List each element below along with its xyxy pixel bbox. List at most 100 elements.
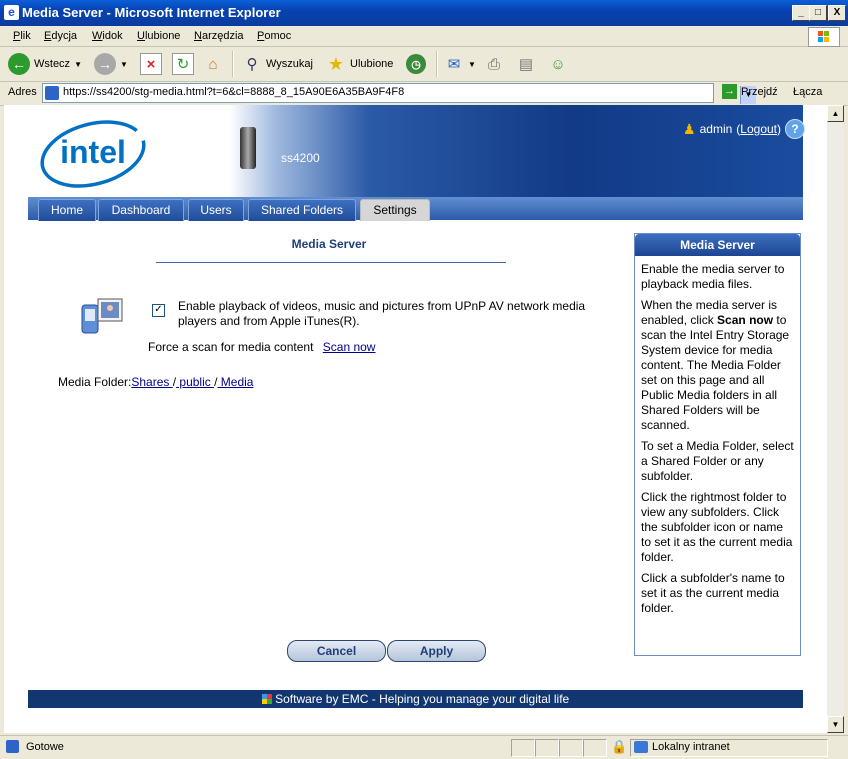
menu-favorites[interactable]: Ulubione — [137, 30, 180, 42]
go-button[interactable]: → Przejdź — [722, 84, 778, 99]
print-icon: ⎙ — [487, 55, 500, 73]
status-cell — [583, 739, 607, 757]
user-area: ♟ admin (Logout) ? — [683, 119, 805, 139]
address-bar: Adres https://ss4200/stg-media.html?t=6&… — [0, 81, 848, 106]
footer-text: Software by EMC - Helping you manage you… — [275, 692, 570, 706]
edit-button[interactable]: ▤ — [516, 52, 536, 76]
forward-arrow-icon: → — [94, 53, 116, 75]
folder-link-shares[interactable]: Shares — [131, 375, 172, 389]
messenger-icon: ☺ — [550, 55, 566, 73]
toolbar-separator — [436, 51, 438, 77]
help-icon[interactable]: ? — [785, 119, 805, 139]
search-label: Wyszukaj — [266, 58, 313, 70]
apply-button[interactable]: Apply — [387, 640, 486, 662]
intel-logo: intel — [40, 120, 146, 188]
tab-settings[interactable]: Settings — [360, 199, 430, 221]
chevron-down-icon: ▼ — [120, 59, 128, 69]
mail-icon: ✉ — [447, 56, 461, 73]
page-icon — [45, 86, 59, 100]
messenger-button[interactable]: ☺ — [548, 52, 568, 76]
username: admin — [699, 122, 733, 136]
media-folder-row: Media Folder:Shares / public / Media — [58, 375, 253, 389]
home-button[interactable]: ⌂ — [203, 52, 223, 76]
menu-view[interactable]: Widok — [92, 30, 123, 42]
address-label: Adres — [8, 86, 37, 98]
history-button[interactable]: ◷ — [406, 52, 426, 76]
page-status-icon — [6, 740, 19, 753]
intranet-icon — [634, 741, 648, 753]
sidebar-paragraph: Click a subfolder's name to set it as th… — [641, 571, 785, 615]
toolbar: ← Wstecz ▼ → ▼ × ↻ ⌂ ⚲ Wyszukaj ★ Ulubio… — [0, 47, 848, 82]
star-icon: ★ — [327, 53, 345, 74]
refresh-button[interactable]: ↻ — [172, 52, 194, 76]
address-url: https://ss4200/stg-media.html?t=6&cl=888… — [63, 86, 405, 98]
sidebar-bold-text: Scan now — [717, 313, 774, 327]
tab-shared-folders[interactable]: Shared Folders — [248, 199, 356, 221]
favorites-button[interactable]: ★ Ulubione — [326, 52, 394, 76]
status-text: Gotowe — [26, 741, 64, 753]
status-cell — [511, 739, 535, 757]
tab-dashboard[interactable]: Dashboard — [98, 199, 184, 221]
page-viewport: intel ss4200 ♟ admin (Logout) ? Home Das… — [4, 105, 827, 733]
windows-flag-icon — [808, 27, 840, 47]
folder-link-media[interactable]: Media — [217, 375, 254, 389]
sidebar-body: Enable the media server to playback medi… — [641, 262, 796, 622]
search-button[interactable]: ⚲ Wyszukaj — [242, 52, 313, 76]
status-cell — [535, 739, 559, 757]
status-bar: Gotowe 🔒 Lokalny intranet — [0, 735, 848, 759]
enable-media-server-checkbox[interactable]: ✓ — [152, 304, 165, 317]
status-cell — [559, 739, 583, 757]
minimize-button[interactable]: _ — [792, 5, 810, 21]
media-player-icon — [81, 298, 123, 334]
address-input[interactable]: https://ss4200/stg-media.html?t=6&cl=888… — [42, 83, 756, 104]
media-folder-label: Media Folder: — [58, 375, 132, 389]
zone-cell: Lokalny intranet — [630, 739, 828, 757]
folder-link-public[interactable]: public — [176, 375, 214, 389]
stop-button[interactable]: × — [140, 52, 162, 76]
chevron-down-icon: ▼ — [74, 59, 82, 69]
sidebar-text: to scan the Intel Entry Storage System d… — [641, 313, 790, 432]
logout-close-paren: ) — [777, 122, 781, 136]
tab-users[interactable]: Users — [188, 199, 244, 221]
help-sidebar: Media Server Enable the media server to … — [634, 233, 801, 656]
ie-icon: e — [4, 5, 19, 20]
scan-row: Force a scan for media content Scan now — [148, 340, 375, 354]
menu-edit[interactable]: Edycja — [44, 30, 77, 42]
sidebar-paragraph: When the media server is enabled, click … — [641, 298, 796, 433]
scan-now-link[interactable]: Scan now — [323, 340, 376, 354]
mail-button[interactable]: ✉ ▼ — [444, 52, 476, 76]
tab-home[interactable]: Home — [38, 199, 96, 221]
close-button[interactable]: X — [828, 5, 846, 21]
stop-icon: × — [140, 53, 162, 75]
back-button[interactable]: ← Wstecz ▼ — [8, 52, 82, 76]
lock-icon: 🔒 — [611, 739, 628, 754]
logout-link[interactable]: Logout — [740, 122, 777, 136]
maximize-button[interactable]: □ — [809, 5, 827, 21]
links-button[interactable]: Łącza — [793, 86, 822, 98]
device-name: ss4200 — [281, 151, 320, 165]
go-arrow-icon: → — [722, 84, 737, 99]
menu-help[interactable]: Pomoc — [257, 30, 291, 42]
menu-file[interactable]: Plik — [13, 30, 31, 42]
scroll-up-button[interactable]: ▲ — [827, 105, 844, 122]
vertical-scrollbar[interactable]: ▲ ▼ — [827, 105, 844, 733]
title-divider — [156, 262, 506, 263]
window-title: Media Server - Microsoft Internet Explor… — [22, 5, 281, 20]
sidebar-title: Media Server — [635, 234, 800, 256]
header-banner: intel ss4200 ♟ admin (Logout) ? — [28, 105, 805, 197]
edit-icon: ▤ — [518, 56, 534, 73]
cancel-button[interactable]: Cancel — [287, 640, 386, 662]
print-button[interactable]: ⎙ — [484, 52, 504, 76]
refresh-icon: ↻ — [172, 53, 194, 75]
scroll-down-button[interactable]: ▼ — [827, 716, 844, 733]
emc-logo-icon — [261, 694, 272, 704]
chevron-down-icon: ▼ — [468, 59, 476, 69]
sidebar-paragraph: To set a Media Folder, select a Shared F… — [641, 439, 794, 483]
history-icon: ◷ — [406, 54, 426, 74]
window-title-bar[interactable]: e Media Server - Microsoft Internet Expl… — [0, 0, 848, 26]
favorites-label: Ulubione — [350, 58, 394, 70]
user-icon: ♟ — [683, 120, 696, 137]
forward-button[interactable]: → ▼ — [94, 52, 128, 76]
menu-tools[interactable]: Narzędzia — [194, 30, 244, 42]
sidebar-paragraph: Enable the media server to playback medi… — [641, 262, 785, 291]
